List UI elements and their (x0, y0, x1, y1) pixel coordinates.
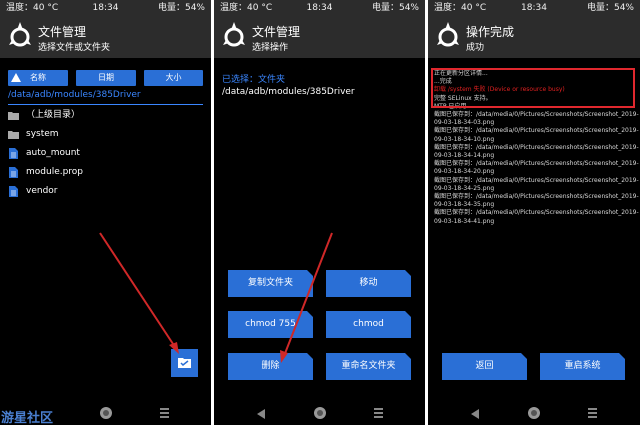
file-list-item-system[interactable]: system (8, 125, 203, 144)
current-path: /data/adb/modules/385Driver (8, 90, 141, 100)
annotation-arrow (280, 232, 333, 363)
file-list-item-auto-mount[interactable]: auto_mount (8, 144, 203, 163)
operation-complete-screen: 温度：40 °C 18:34 电量：54% 操作完成 成功 正在更新分区详情..… (428, 0, 640, 425)
file-name: auto_mount (26, 148, 80, 158)
menu-icon[interactable] (160, 408, 169, 418)
log-line: 截图已保存到：/data/media/0/Pictures/Screenshot… (434, 111, 639, 119)
page-title: 操作完成 (466, 25, 515, 39)
folder-icon (8, 112, 19, 120)
path-divider (8, 104, 203, 105)
home-icon[interactable] (100, 407, 112, 419)
log-line: 09-03-18-34-25.png (434, 184, 495, 192)
page-subtitle: 成功 (466, 43, 485, 53)
select-folder-button[interactable] (171, 349, 198, 377)
select-action-screen: 温度：40 °C 18:34 电量：54% 文件管理 选择操作 已选择：文件夹 … (214, 0, 425, 425)
log-line: 截图已保存到：/data/media/0/Pictures/Screenshot… (434, 143, 639, 151)
page-subtitle: 选择文件或文件夹 (38, 43, 111, 53)
navigation-bar (428, 401, 640, 425)
file-name: vendor (26, 186, 58, 196)
file-icon (9, 167, 18, 178)
page-subtitle: 选择操作 (252, 43, 289, 53)
back-icon[interactable] (257, 409, 265, 419)
status-bar: 温度：40 °C 18:34 电量：54% (214, 0, 425, 16)
status-bar: 温度：40 °C 18:34 电量：54% (428, 0, 640, 16)
folder-select-icon (178, 358, 191, 368)
file-name: （上级目录） (26, 110, 81, 120)
move-button[interactable]: 移动 (326, 270, 411, 297)
log-line: 截图已保存到：/data/media/0/Pictures/Screenshot… (434, 127, 639, 135)
twrp-logo-icon (223, 22, 245, 47)
menu-icon[interactable] (374, 408, 383, 418)
battery-status: 电量：54% (371, 3, 419, 13)
selected-type-label: 已选择：文件夹 (222, 75, 286, 85)
watermark: 游星社区 (1, 411, 54, 425)
reboot-system-button[interactable]: 重启系统 (540, 353, 625, 380)
file-name: module.prop (26, 167, 84, 177)
file-list-item-vendor[interactable]: vendor (8, 182, 203, 201)
file-icon (9, 148, 18, 159)
copy-folder-button[interactable]: 复制文件夹 (228, 270, 313, 297)
chmod-755-button[interactable]: chmod 755 (228, 311, 313, 338)
log-line: 09-03-18-34-41.png (434, 217, 495, 225)
sort-name-label: 名称 (30, 73, 46, 82)
log-line: 截图已保存到：/data/media/0/Pictures/Screenshot… (434, 176, 639, 184)
sort-ascending-icon (11, 73, 21, 82)
sort-by-date-button[interactable]: 日期 (76, 70, 136, 86)
twrp-logo-icon (437, 22, 459, 47)
app-header: 文件管理 选择操作 (214, 16, 425, 58)
status-bar: 温度：40 °C 18:34 电量：54% (0, 0, 211, 16)
log-line: 截图已保存到：/data/media/0/Pictures/Screenshot… (434, 193, 639, 201)
log-line: 截图已保存到：/data/media/0/Pictures/Screenshot… (434, 160, 639, 168)
twrp-logo-icon (9, 22, 31, 47)
back-button[interactable]: 返回 (442, 353, 527, 380)
home-icon[interactable] (528, 407, 540, 419)
battery-status: 电量：54% (586, 3, 634, 13)
battery-status: 电量：54% (157, 3, 205, 13)
delete-button[interactable]: 删除 (228, 353, 313, 380)
home-icon[interactable] (314, 407, 326, 419)
log-line: 09-03-18-34-14.png (434, 152, 495, 160)
log-line: 截图已保存到：/data/media/0/Pictures/Screenshot… (434, 209, 639, 217)
page-title: 文件管理 (38, 25, 87, 39)
navigation-bar (214, 401, 425, 425)
annotation-highlight-box (431, 68, 635, 108)
sort-bar: 名称 日期 大小 (8, 70, 203, 86)
file-list-item-parent[interactable]: （上级目录） (8, 106, 203, 125)
rename-folder-button[interactable]: 重命名文件夹 (326, 353, 411, 380)
sort-by-size-button[interactable]: 大小 (144, 70, 203, 86)
folder-icon (8, 131, 19, 139)
back-icon[interactable] (471, 409, 479, 419)
file-list: （上级目录） system auto_mount module.prop ven… (8, 106, 203, 201)
annotation-arrow (99, 232, 179, 354)
app-header: 文件管理 选择文件或文件夹 (0, 16, 211, 58)
file-icon (9, 186, 18, 197)
app-header: 操作完成 成功 (428, 16, 640, 58)
file-list-item-module-prop[interactable]: module.prop (8, 163, 203, 182)
file-name: system (26, 129, 59, 139)
log-line: 09-03-18-34-10.png (434, 135, 495, 143)
file-manager-screen: 温度：40 °C 18:34 电量：54% 文件管理 选择文件或文件夹 名称 日… (0, 0, 211, 425)
log-line: 09-03-18-34-20.png (434, 168, 495, 176)
sort-size-label: 大小 (165, 73, 182, 82)
menu-icon[interactable] (588, 408, 597, 418)
chmod-button[interactable]: chmod (326, 311, 411, 338)
selected-path: /data/adb/modules/385Driver (222, 87, 355, 97)
page-title: 文件管理 (252, 25, 301, 39)
sort-date-label: 日期 (98, 73, 114, 82)
sort-by-name-button[interactable]: 名称 (8, 70, 68, 86)
